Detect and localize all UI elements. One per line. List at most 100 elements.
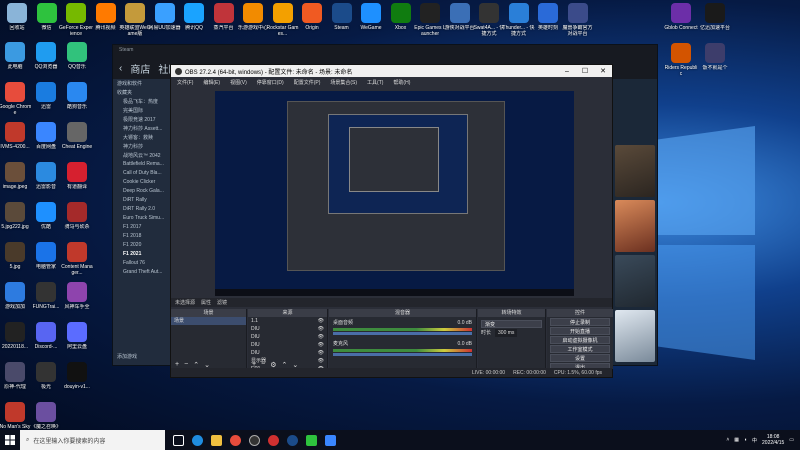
volume-icon[interactable]: ◖	[744, 437, 747, 443]
game-list-item[interactable]: Call of Duty Bla...	[113, 169, 173, 178]
desktop-icon[interactable]: 此电脑	[0, 42, 32, 76]
game-list-item[interactable]: 完美国际	[113, 106, 173, 115]
control-button[interactable]: 工作室模式	[550, 345, 610, 353]
obs-menu-item[interactable]: 视图(V)	[230, 79, 247, 86]
eye-icon[interactable]: 👁	[318, 349, 324, 357]
minimize-icon[interactable]: –	[558, 68, 576, 75]
desktop-icon[interactable]: 游戏加加	[0, 282, 32, 316]
control-button[interactable]: 停止录制	[550, 318, 610, 326]
obs-menu-item[interactable]: 停靠窗口(D)	[257, 79, 284, 86]
desktop-icon[interactable]: 迅雷	[29, 82, 63, 116]
edge-icon[interactable]	[192, 434, 203, 446]
control-button[interactable]: 启动虚拟摄像机	[550, 336, 610, 344]
game-tile[interactable]	[615, 310, 655, 362]
obs-menu-item[interactable]: 工具(T)	[367, 79, 383, 86]
desktop-icon[interactable]: Riders Republic	[664, 43, 698, 77]
steam-store-tab[interactable]: 商店	[130, 61, 150, 76]
game-tile[interactable]	[615, 255, 655, 307]
desktop-icon[interactable]: 原神-代理	[0, 362, 32, 396]
desktop-icon[interactable]: 饭不就是个	[698, 43, 732, 77]
game-list-item[interactable]: 神力科莎	[113, 142, 173, 151]
source-item[interactable]: DIU 👁	[248, 349, 327, 357]
desktop-icon[interactable]: Gblob Connect	[664, 3, 698, 37]
game-list-item[interactable]: DiRT Rally 2.0	[113, 205, 173, 214]
desktop-icon[interactable]: 百度网盘	[29, 122, 63, 156]
source-item[interactable]: DIU 👁	[248, 325, 327, 333]
desktop-icon[interactable]: 极光	[29, 362, 63, 396]
game-list-item[interactable]: Euro Truck Simu...	[113, 214, 173, 223]
desktop-icon[interactable]: Cheat Engine	[60, 122, 94, 156]
scene-item[interactable]: 场景	[171, 317, 246, 325]
volume-slider[interactable]	[333, 353, 472, 356]
game-tile[interactable]	[615, 200, 655, 252]
add-game-button[interactable]: 添加游戏	[113, 352, 141, 361]
filters-button[interactable]: 滤镜	[217, 299, 227, 306]
steam-title-bar[interactable]: Steam	[113, 45, 657, 57]
steam-taskbar-icon[interactable]	[287, 434, 298, 446]
clock[interactable]: 18:08 2022/4/15	[762, 434, 784, 446]
volume-slider[interactable]	[333, 332, 472, 335]
desktop-icon[interactable]: 亿迅加速平台	[698, 3, 732, 37]
game-list-item[interactable]: Grand Theft Aut...	[113, 268, 173, 277]
game-list-item[interactable]: F1 2017	[113, 223, 173, 232]
close-icon[interactable]: ✕	[594, 67, 612, 75]
add-icon[interactable]: +	[175, 361, 179, 368]
desktop-icon[interactable]: Google Chrome	[0, 82, 32, 116]
desktop-icon[interactable]: Discord-...	[29, 322, 63, 356]
game-list-item[interactable]: 极品飞车：热度	[113, 97, 173, 106]
add-icon[interactable]: +	[252, 361, 256, 368]
desktop-icon[interactable]: 骑马与砍杀	[60, 202, 94, 236]
eye-icon[interactable]: 👁	[318, 333, 324, 341]
desktop-icon[interactable]: 5.jpg	[0, 242, 32, 276]
desktop-icon[interactable]: 优酷	[29, 202, 63, 236]
control-button[interactable]: 设置	[550, 354, 610, 362]
ime-icon[interactable]: 中	[752, 437, 757, 444]
obs-menu-item[interactable]: 文件(F)	[177, 79, 193, 86]
eye-icon[interactable]: 👁	[318, 341, 324, 349]
source-item[interactable]: 1.1 👁	[248, 317, 327, 325]
game-list-item[interactable]: DiRT Rally	[113, 196, 173, 205]
maximize-icon[interactable]: ☐	[576, 67, 594, 75]
library-title[interactable]: 游戏和软件	[113, 79, 173, 88]
tray-chevron-icon[interactable]: ˄	[726, 437, 729, 443]
remove-icon[interactable]: −	[261, 361, 265, 368]
desktop-icon[interactable]: 迅雷影音	[29, 162, 63, 196]
desktop-icon[interactable]: QQ浏览器	[29, 42, 63, 76]
duration-input[interactable]: 300 ms	[495, 329, 518, 337]
game-list-item[interactable]: Cookie Clicker	[113, 178, 173, 187]
game-list-item[interactable]: Fallout 76	[113, 259, 173, 268]
game-list-item[interactable]: 极限竞速 2017	[113, 115, 173, 124]
desktop-icon[interactable]: 有道翻译	[60, 162, 94, 196]
obs-taskbar-icon[interactable]	[249, 434, 260, 446]
chrome-icon[interactable]	[230, 434, 241, 446]
collection-header[interactable]: 收藏夹	[113, 88, 173, 97]
obs-title-bar[interactable]: OBS 27.2.4 (64-bit, windows) - 配置文件: 未命名…	[171, 65, 612, 77]
properties-button[interactable]: 属性	[201, 299, 211, 306]
taskbar-search[interactable]: ⌕ 在这里输入你要搜索的内容	[20, 430, 165, 450]
obs-menu-item[interactable]: 帮助(H)	[393, 79, 410, 86]
desktop-icon[interactable]: 酷狗音乐	[60, 82, 94, 116]
netease-icon[interactable]	[268, 434, 279, 446]
obs-window[interactable]: OBS 27.2.4 (64-bit, windows) - 配置文件: 未命名…	[170, 64, 613, 378]
desktop-icon[interactable]: douyin-v1...	[60, 362, 94, 396]
game-list-item[interactable]: Battlefield Rema...	[113, 160, 173, 169]
game-list-item[interactable]: 大镖客：救赎	[113, 133, 173, 142]
control-button[interactable]: 开始直播	[550, 327, 610, 335]
notification-icon[interactable]: ▭	[789, 437, 794, 443]
wechat-taskbar-icon[interactable]	[306, 434, 317, 446]
eye-icon[interactable]: 👁	[318, 317, 324, 325]
source-item[interactable]: DIU 👁	[248, 341, 327, 349]
game-list-item[interactable]: 神力科莎 Assett...	[113, 124, 173, 133]
desktop-icon[interactable]: 5.jpg222.jpg	[0, 202, 32, 236]
game-list-item[interactable]: 战地风云™ 2042	[113, 151, 173, 160]
game-list-item[interactable]: F1 2018	[113, 232, 173, 241]
obs-menu-item[interactable]: 配置文件(P)	[294, 79, 321, 86]
desktop-icon[interactable]: 20220118...	[0, 322, 32, 356]
obs-preview-canvas[interactable]	[215, 91, 574, 296]
desktop-icon[interactable]: 阿里云盘	[60, 322, 94, 356]
task-view-icon[interactable]	[173, 434, 184, 446]
game-list-item[interactable]: F1 2020	[113, 241, 173, 250]
source-item[interactable]: DIU 👁	[248, 333, 327, 341]
app-taskbar-icon[interactable]	[325, 434, 336, 446]
desktop-icon[interactable]: QQ音乐	[60, 42, 94, 76]
